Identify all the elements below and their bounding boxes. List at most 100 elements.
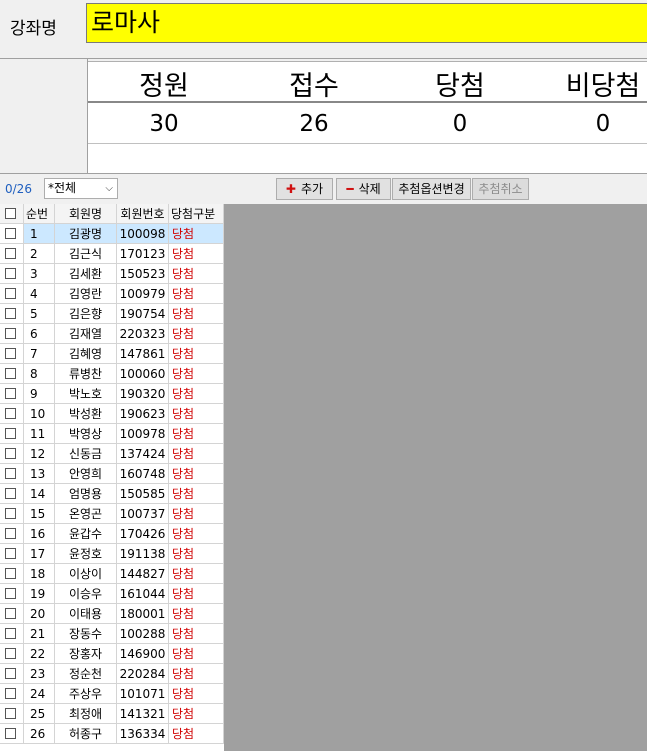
row-checkbox-cell[interactable] [0, 544, 24, 564]
row-checkbox[interactable] [5, 648, 16, 659]
row-checkbox-cell[interactable] [0, 384, 24, 404]
row-checkbox-cell[interactable] [0, 644, 24, 664]
table-row[interactable]: 23 정순천 220284 당첨 [0, 664, 224, 684]
row-checkbox[interactable] [5, 628, 16, 639]
filter-select[interactable]: *전체 ⌵ [44, 178, 118, 199]
row-checkbox-cell[interactable] [0, 464, 24, 484]
row-checkbox-cell[interactable] [0, 404, 24, 424]
row-checkbox[interactable] [5, 268, 16, 279]
member-name: 정순천 [55, 664, 117, 684]
table-row[interactable]: 16 윤갑수 170426 당첨 [0, 524, 224, 544]
row-checkbox-cell[interactable] [0, 664, 24, 684]
row-checkbox-cell[interactable] [0, 244, 24, 264]
cancel-draw-button[interactable]: 추첨취소 [472, 178, 529, 200]
row-checkbox-cell[interactable] [0, 624, 24, 644]
row-checkbox[interactable] [5, 728, 16, 739]
stat-value-applied: 26 [299, 111, 329, 137]
row-checkbox-cell[interactable] [0, 564, 24, 584]
table-row[interactable]: 10 박성환 190623 당첨 [0, 404, 224, 424]
row-checkbox-cell[interactable] [0, 224, 24, 244]
row-checkbox-cell[interactable] [0, 284, 24, 304]
row-checkbox[interactable] [5, 428, 16, 439]
change-draw-options-button[interactable]: 추첨옵션변경 [392, 178, 471, 200]
row-checkbox[interactable] [5, 688, 16, 699]
add-button[interactable]: ✚ 추가 [276, 178, 333, 200]
row-checkbox[interactable] [5, 568, 16, 579]
table-row[interactable]: 15 온영곤 100737 당첨 [0, 504, 224, 524]
row-checkbox[interactable] [5, 248, 16, 259]
row-checkbox-cell[interactable] [0, 324, 24, 344]
table-row[interactable]: 3 김세환 150523 당첨 [0, 264, 224, 284]
table-row[interactable]: 18 이상이 144827 당첨 [0, 564, 224, 584]
row-checkbox-cell[interactable] [0, 604, 24, 624]
row-checkbox[interactable] [5, 348, 16, 359]
table-row[interactable]: 12 신동금 137424 당첨 [0, 444, 224, 464]
row-checkbox[interactable] [5, 528, 16, 539]
row-checkbox-cell[interactable] [0, 584, 24, 604]
row-number: 18 [24, 564, 55, 584]
table-row[interactable]: 8 류병찬 100060 당첨 [0, 364, 224, 384]
row-checkbox-cell[interactable] [0, 684, 24, 704]
row-checkbox-cell[interactable] [0, 344, 24, 364]
member-name: 주상우 [55, 684, 117, 704]
select-all-cell[interactable] [0, 204, 24, 224]
column-header-result[interactable]: 당첨구분 [169, 204, 224, 224]
row-checkbox[interactable] [5, 508, 16, 519]
table-row[interactable]: 1 김광명 100098 당첨 [0, 224, 224, 244]
table-row[interactable]: 6 김재열 220323 당첨 [0, 324, 224, 344]
row-checkbox-cell[interactable] [0, 484, 24, 504]
row-checkbox[interactable] [5, 468, 16, 479]
delete-button[interactable]: ━ 삭제 [336, 178, 391, 200]
table-row[interactable]: 5 김은향 190754 당첨 [0, 304, 224, 324]
table-row[interactable]: 19 이승우 161044 당첨 [0, 584, 224, 604]
row-checkbox-cell[interactable] [0, 524, 24, 544]
draw-result: 당첨 [169, 404, 224, 424]
row-checkbox-cell[interactable] [0, 424, 24, 444]
row-checkbox[interactable] [5, 308, 16, 319]
select-all-checkbox[interactable] [5, 208, 16, 219]
row-checkbox-cell[interactable] [0, 444, 24, 464]
table-row[interactable]: 14 엄명용 150585 당첨 [0, 484, 224, 504]
row-checkbox[interactable] [5, 228, 16, 239]
row-checkbox[interactable] [5, 708, 16, 719]
row-checkbox[interactable] [5, 448, 16, 459]
row-checkbox-cell[interactable] [0, 704, 24, 724]
draw-result: 당첨 [169, 604, 224, 624]
row-checkbox[interactable] [5, 288, 16, 299]
row-checkbox[interactable] [5, 388, 16, 399]
column-header-member-no[interactable]: 회원번호 [117, 204, 169, 224]
course-name-field[interactable]: 로마사 [86, 3, 647, 43]
row-checkbox[interactable] [5, 608, 16, 619]
table-row[interactable]: 7 김혜영 147861 당첨 [0, 344, 224, 364]
table-row[interactable]: 25 최정애 141321 당첨 [0, 704, 224, 724]
table-row[interactable]: 4 김영란 100979 당첨 [0, 284, 224, 304]
row-checkbox-cell[interactable] [0, 504, 24, 524]
table-row[interactable]: 13 안영희 160748 당첨 [0, 464, 224, 484]
row-checkbox-cell[interactable] [0, 724, 24, 744]
table-row[interactable]: 24 주상우 101071 당첨 [0, 684, 224, 704]
row-checkbox[interactable] [5, 668, 16, 679]
table-row[interactable]: 9 박노호 190320 당첨 [0, 384, 224, 404]
row-checkbox-cell[interactable] [0, 264, 24, 284]
column-header-name[interactable]: 회원명 [55, 204, 117, 224]
table-row[interactable]: 17 윤정호 191138 당첨 [0, 544, 224, 564]
row-checkbox[interactable] [5, 368, 16, 379]
table-row[interactable]: 21 장동수 100288 당첨 [0, 624, 224, 644]
row-number: 24 [24, 684, 55, 704]
row-checkbox[interactable] [5, 488, 16, 499]
table-row[interactable]: 11 박영상 100978 당첨 [0, 424, 224, 444]
row-checkbox[interactable] [5, 588, 16, 599]
table-row[interactable]: 20 이태용 180001 당첨 [0, 604, 224, 624]
column-header-no[interactable]: 순번 [24, 204, 55, 224]
draw-result: 당첨 [169, 344, 224, 364]
row-checkbox[interactable] [5, 408, 16, 419]
row-checkbox-cell[interactable] [0, 304, 24, 324]
table-row[interactable]: 22 장홍자 146900 당첨 [0, 644, 224, 664]
member-name: 김세환 [55, 264, 117, 284]
row-checkbox[interactable] [5, 328, 16, 339]
row-checkbox-cell[interactable] [0, 364, 24, 384]
table-row[interactable]: 2 김근식 170123 당첨 [0, 244, 224, 264]
toolbar: 0/26 *전체 ⌵ ✚ 추가 ━ 삭제 추첨옵션변경 추첨취소 [0, 174, 647, 204]
table-row[interactable]: 26 허종구 136334 당첨 [0, 724, 224, 744]
row-checkbox[interactable] [5, 548, 16, 559]
